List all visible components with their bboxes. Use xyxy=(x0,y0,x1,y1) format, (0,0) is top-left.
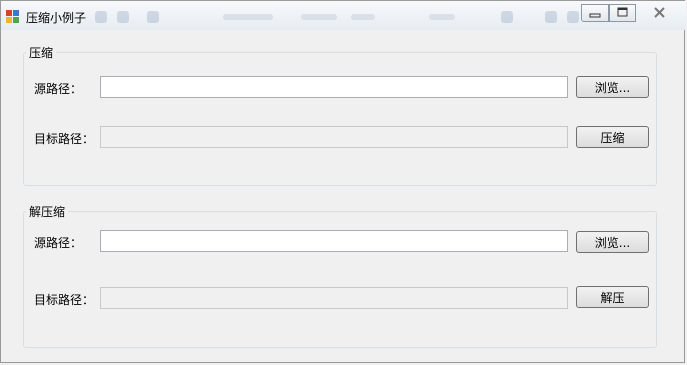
decompress-source-input[interactable] xyxy=(101,231,567,251)
ghost-toolbar-text xyxy=(223,14,273,20)
ghost-toolbar-icon xyxy=(545,11,557,23)
app-icon xyxy=(6,9,20,23)
restore-icon xyxy=(617,7,628,17)
compress-source-field[interactable] xyxy=(100,76,568,98)
compress-group-title: 压缩 xyxy=(26,44,57,61)
close-icon xyxy=(654,7,665,18)
decompress-source-label: 源路径： xyxy=(34,236,83,250)
ghost-toolbar-text xyxy=(429,14,455,20)
window-title: 压缩小例子 xyxy=(26,11,87,25)
compress-target-field[interactable] xyxy=(100,126,568,148)
ghost-toolbar-icon xyxy=(567,11,579,23)
decompress-button[interactable]: 解压 xyxy=(576,286,649,308)
ghost-toolbar-icon xyxy=(117,11,129,23)
decompress-target-input[interactable] xyxy=(101,288,567,308)
ghost-toolbar-icon xyxy=(95,11,107,23)
main-window: 压缩小例子 压缩 源路径： 浏览... 目标路径： 压缩 解压缩 源路径： 浏览… xyxy=(0,0,686,363)
decompress-group-title: 解压缩 xyxy=(26,203,69,220)
ghost-toolbar-icon xyxy=(147,11,159,23)
compress-source-label: 源路径： xyxy=(34,82,83,96)
compress-button[interactable]: 压缩 xyxy=(576,126,649,148)
decompress-target-label: 目标路径： xyxy=(34,293,95,307)
compress-group xyxy=(23,52,657,186)
ghost-toolbar-text xyxy=(351,14,375,20)
minimize-icon xyxy=(589,13,601,18)
decompress-target-field[interactable] xyxy=(100,287,568,309)
minimize-button[interactable] xyxy=(581,4,609,22)
restore-button[interactable] xyxy=(609,4,636,22)
compress-target-label: 目标路径： xyxy=(34,132,95,146)
compress-browse-button[interactable]: 浏览... xyxy=(576,76,649,98)
ghost-toolbar-text xyxy=(301,14,337,20)
title-bar[interactable]: 压缩小例子 xyxy=(1,1,686,30)
decompress-source-field[interactable] xyxy=(100,230,568,252)
compress-source-input[interactable] xyxy=(101,77,567,97)
decompress-browse-button[interactable]: 浏览... xyxy=(576,231,649,253)
compress-target-input[interactable] xyxy=(101,127,567,147)
ghost-toolbar-icon xyxy=(501,11,513,23)
close-button[interactable] xyxy=(637,4,683,22)
